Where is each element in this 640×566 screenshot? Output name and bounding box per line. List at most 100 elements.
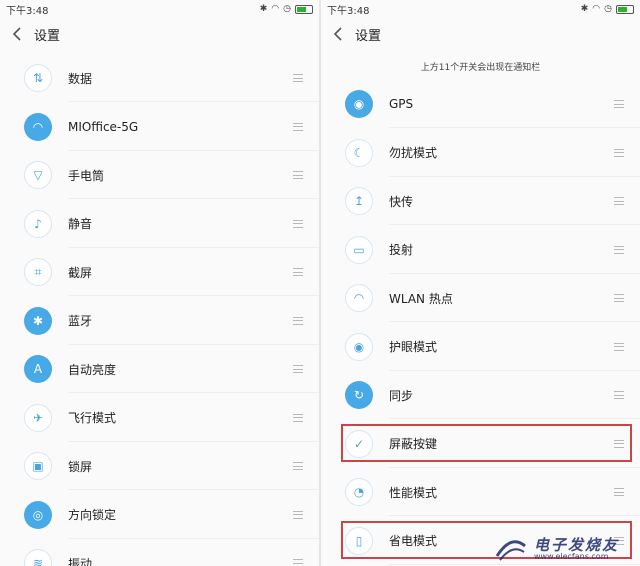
drag-handle-icon[interactable]: [614, 148, 624, 157]
drag-handle-icon[interactable]: [614, 342, 624, 351]
toggle-label: 手电筒: [68, 168, 105, 183]
gps-icon[interactable]: ◉: [345, 90, 373, 118]
toggle-label: 方向锁定: [68, 508, 117, 522]
list-item[interactable]: ◉ GPS: [321, 80, 640, 128]
chevron-left-icon: [333, 27, 342, 41]
toggle-label: 飞行模式: [68, 411, 117, 425]
drag-handle-icon[interactable]: [293, 122, 303, 131]
back-button[interactable]: [8, 25, 26, 43]
drag-handle-icon[interactable]: [293, 559, 303, 566]
alarm-status-icon: ◷: [283, 4, 291, 14]
toggle-label: 振动: [68, 556, 93, 566]
list-item[interactable]: ↥ 快传: [321, 177, 640, 225]
screenshot-icon[interactable]: ⌗: [24, 258, 52, 286]
list-item[interactable]: ⇅ 数据: [0, 54, 319, 102]
mute-bell-icon[interactable]: ♪: [24, 209, 52, 238]
bluetooth-status-icon: ✱: [259, 4, 268, 14]
hotspot-icon[interactable]: ◠: [345, 284, 373, 312]
list-item[interactable]: ↻ 同步: [321, 371, 640, 419]
list-item[interactable]: ⌗ 截屏: [0, 248, 319, 296]
status-bar: 下午3:48 ✱ ◠ ◷: [321, 0, 640, 18]
toggle-label: 截屏: [68, 265, 93, 280]
drag-handle-icon[interactable]: [293, 413, 303, 422]
drag-handle-icon[interactable]: [293, 219, 303, 228]
toggle-label: 投射: [389, 243, 414, 257]
vibrate-icon[interactable]: ≋: [24, 549, 52, 566]
page-header: 设置: [0, 18, 319, 50]
toggle-label: WLAN 热点: [389, 291, 453, 306]
drag-handle-icon[interactable]: [293, 268, 303, 276]
drag-handle-icon[interactable]: [293, 365, 303, 373]
list-item[interactable]: ◎ 方向锁定: [0, 491, 319, 539]
toggle-label: 勿扰模式: [389, 146, 438, 160]
bluetooth-icon[interactable]: ✱: [24, 306, 52, 335]
list-item[interactable]: ◠ MIOffice-5G: [0, 103, 319, 151]
list-item[interactable]: ≋ 振动: [0, 539, 319, 566]
drag-handle-icon[interactable]: [614, 294, 624, 302]
drag-handle-icon[interactable]: [293, 316, 303, 325]
alarm-status-icon: ◷: [604, 4, 612, 14]
list-item[interactable]: ◔ 性能模式: [321, 468, 640, 516]
list-item[interactable]: ✈ 飞行模式: [0, 394, 319, 442]
highlight-box: [341, 423, 632, 462]
watermark-url: www.elecfans.com: [534, 552, 609, 561]
toggle-label: 静音: [68, 217, 93, 231]
flashlight-icon[interactable]: ▽: [24, 161, 52, 189]
performance-icon[interactable]: ◔: [345, 478, 373, 506]
toggle-label: GPS: [389, 97, 414, 111]
list-item[interactable]: A 自动亮度: [0, 345, 319, 393]
page-header: 设置: [321, 18, 640, 50]
status-time: 下午3:48: [6, 5, 49, 17]
cast-icon[interactable]: ▭: [345, 235, 373, 264]
drag-handle-icon[interactable]: [293, 171, 303, 179]
drag-handle-icon[interactable]: [614, 100, 624, 108]
drag-handle-icon[interactable]: [614, 488, 624, 496]
page-title: 设置: [355, 28, 382, 44]
wifi-icon[interactable]: ◠: [24, 112, 52, 141]
list-item[interactable]: ◉ 护眼模式: [321, 323, 640, 371]
toggle-label: 数据: [68, 71, 93, 86]
lock-icon[interactable]: ▣: [24, 452, 52, 480]
toggle-label: 同步: [389, 388, 414, 403]
list-item[interactable]: ◠ WLAN 热点: [321, 274, 640, 322]
bluetooth-status-icon: ✱: [580, 4, 589, 14]
toggle-label: 性能模式: [389, 485, 438, 500]
sync-icon[interactable]: ↻: [345, 381, 373, 409]
wifi-status-icon: ◠: [592, 4, 601, 14]
toggle-label: MIOffice-5G: [68, 119, 139, 134]
chevron-left-icon: [12, 27, 21, 41]
list-item[interactable]: ▭ 投射: [321, 226, 640, 274]
rotation-lock-icon[interactable]: ◎: [24, 500, 52, 529]
toggle-label: 快传: [389, 194, 414, 209]
drag-handle-icon[interactable]: [293, 510, 303, 519]
quick-transfer-icon[interactable]: ↥: [345, 187, 373, 215]
drag-handle-icon[interactable]: [614, 391, 624, 399]
list-item[interactable]: ✱ 蓝牙: [0, 297, 319, 345]
battery-icon: [295, 4, 313, 14]
status-time: 下午3:48: [327, 5, 370, 17]
list-item[interactable]: ▽ 手电筒: [0, 151, 319, 199]
notification-hint: 上方11个开关会出现在通知栏: [420, 63, 541, 73]
list-item[interactable]: ☾ 勿扰模式: [321, 129, 640, 177]
drag-handle-icon[interactable]: [293, 462, 303, 470]
data-arrows-icon[interactable]: ⇅: [24, 64, 52, 92]
page-title: 设置: [34, 28, 61, 44]
toggle-label: 蓝牙: [68, 314, 93, 328]
toggle-label: 护眼模式: [389, 340, 438, 354]
back-button[interactable]: [329, 25, 347, 43]
list-item[interactable]: ▣ 锁屏: [0, 442, 319, 490]
toggle-label: 自动亮度: [68, 362, 117, 377]
right-settings-screen: 下午3:48 ✱ ◠ ◷ 设置 上方11个开关会出现在通知栏 ◉ GPS ☾ 勿扰模式…: [321, 0, 640, 566]
moon-icon[interactable]: ☾: [345, 138, 373, 167]
elecfans-logo-icon: [495, 540, 526, 561]
drag-handle-icon[interactable]: [614, 245, 624, 254]
left-settings-screen: 下午3:48 ✱ ◠ ◷ 设置 ⇅ 数据 ◠ MIOffice-5G ▽ 手电筒 ♪ 静音 ⌗ 截…: [0, 0, 319, 566]
drag-handle-icon[interactable]: [293, 74, 303, 82]
airplane-icon[interactable]: ✈: [24, 403, 52, 432]
toggle-label: 锁屏: [68, 459, 93, 474]
eye-icon[interactable]: ◉: [345, 332, 373, 361]
list-item[interactable]: ♪ 静音: [0, 200, 319, 248]
auto-brightness-icon[interactable]: A: [24, 355, 52, 383]
watermark: 电子发烧友 www.elecfans.com: [494, 534, 634, 564]
drag-handle-icon[interactable]: [614, 197, 624, 205]
